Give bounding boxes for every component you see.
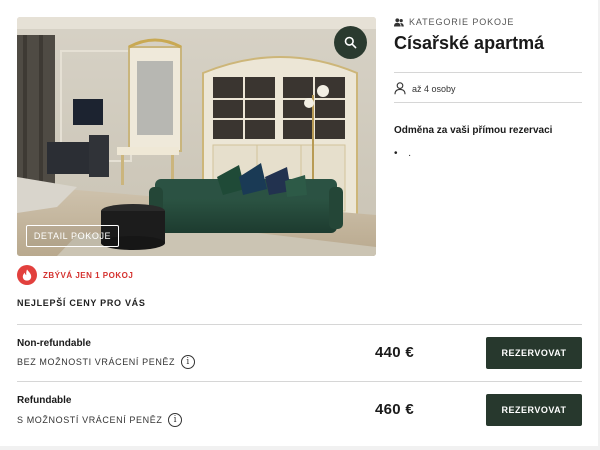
rate-note-label: BEZ MOŽNOSTI VRÁCENÍ PENĚZ <box>17 357 176 367</box>
rate-note-label: S MOŽNOSTÍ VRÁCENÍ PENĚZ <box>17 415 163 425</box>
room-category-label: KATEGORIE POKOJE <box>409 17 515 27</box>
divider <box>17 324 582 325</box>
room-category: KATEGORIE POKOJE <box>394 17 514 27</box>
room-occupancy: až 4 osoby <box>394 82 456 95</box>
rate-note: S MOŽNOSTÍ VRÁCENÍ PENĚZ i <box>17 413 183 427</box>
info-icon[interactable]: i <box>168 413 183 427</box>
rate-name: Non-refundable <box>17 338 91 349</box>
people-icon <box>394 17 404 26</box>
room-detail-button[interactable]: DETAIL POKOJE <box>26 225 119 247</box>
flame-icon <box>17 265 37 285</box>
best-prices-heading: NEJLEPŠÍ CENY PRO VÁS <box>17 298 146 308</box>
room-photo-image <box>17 17 376 256</box>
room-card: DETAIL POKOJE KATEGORIE POKOJE Císařské … <box>0 0 598 446</box>
book-button[interactable]: REZERVOVAT <box>486 394 582 426</box>
rate-price: 460 € <box>375 401 415 418</box>
divider <box>394 72 582 73</box>
direct-booking-reward: Odměna za vaši přímou rezervaci <box>394 125 553 136</box>
search-icon <box>344 36 357 49</box>
reward-list: • . <box>394 148 416 159</box>
zoom-button[interactable] <box>334 26 367 59</box>
divider <box>394 102 582 103</box>
book-button[interactable]: REZERVOVAT <box>486 337 582 369</box>
room-occupancy-label: až 4 osoby <box>412 83 456 94</box>
rate-note: BEZ MOŽNOSTI VRÁCENÍ PENĚZ i <box>17 355 196 369</box>
person-icon <box>394 82 406 95</box>
room-title: Císařské apartmá <box>394 33 545 53</box>
divider <box>17 381 582 382</box>
availability-text: ZBÝVÁ JEN 1 POKOJ <box>43 270 134 280</box>
rate-price: 440 € <box>375 344 415 361</box>
info-icon[interactable]: i <box>181 355 196 369</box>
availability-notice: ZBÝVÁ JEN 1 POKOJ <box>17 265 133 285</box>
room-photo[interactable] <box>17 17 376 256</box>
rate-name: Refundable <box>17 395 72 406</box>
